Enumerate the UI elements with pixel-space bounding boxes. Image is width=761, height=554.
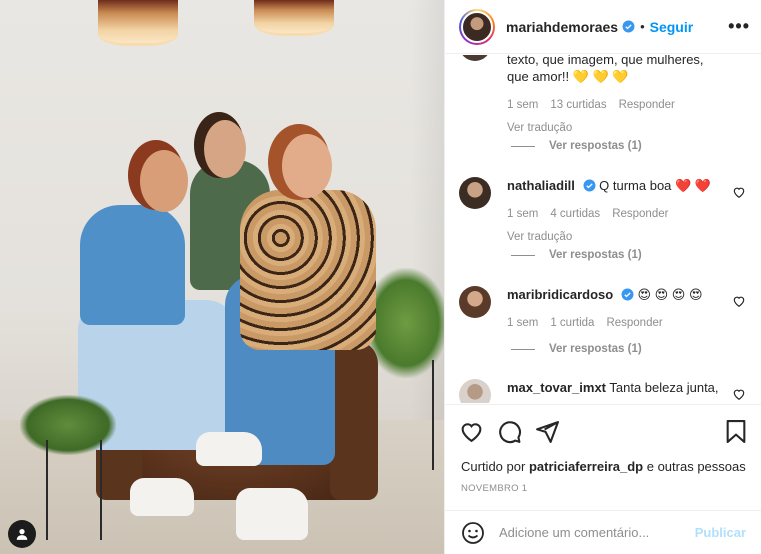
more-options-icon[interactable]: ••• bbox=[728, 16, 750, 37]
post-panel: mariahdemoraes • Seguir ••• texto, que i… bbox=[444, 0, 761, 554]
comment-likes[interactable]: 1 curtida bbox=[550, 315, 594, 332]
comment-meta: 1 sem 1 curtida Responder bbox=[507, 315, 727, 332]
comment-item: nathaliadill Q turma boa ❤️ ❤️ 1 sem 4 c… bbox=[459, 177, 754, 246]
comment-text: 😍 😍 😍 😍 bbox=[637, 287, 703, 302]
liked-user-link[interactable]: patriciaferreira_dp bbox=[529, 459, 643, 474]
sneaker bbox=[130, 478, 194, 516]
comment-avatar[interactable] bbox=[459, 55, 491, 61]
comment-text: Tanta beleza junta, bbox=[609, 380, 719, 395]
comment-input[interactable]: Adicione um comentário... bbox=[499, 525, 649, 540]
liked-suffix[interactable]: e outras pessoas bbox=[647, 459, 746, 474]
comment-item: maribridicardoso 😍 😍 😍 😍 1 sem 1 curtida… bbox=[459, 286, 754, 332]
pendant-lamp-left bbox=[98, 0, 178, 46]
like-comment-heart-icon[interactable] bbox=[732, 294, 746, 308]
view-replies-label: Ver respostas (1) bbox=[549, 140, 642, 152]
sneaker bbox=[236, 488, 308, 540]
view-replies-button[interactable]: Ver respostas (1) bbox=[511, 343, 642, 355]
share-icon[interactable] bbox=[535, 419, 560, 444]
comment-username[interactable]: nathaliadill bbox=[507, 178, 575, 193]
verified-icon bbox=[621, 288, 634, 301]
comment-partial: texto, que imagem, que mulheres, que amo… bbox=[507, 55, 747, 137]
like-comment-heart-icon[interactable] bbox=[732, 185, 746, 199]
follow-button[interactable]: Seguir bbox=[650, 19, 694, 35]
replies-line bbox=[511, 145, 535, 147]
view-replies-button[interactable]: Ver respostas (1) bbox=[511, 249, 642, 261]
post-actions: Curtido por patriciaferreira_dp e outras… bbox=[445, 404, 761, 510]
view-replies-button[interactable]: Ver respostas (1) bbox=[511, 140, 642, 152]
comment-text: Q turma boa ❤️ ❤️ bbox=[599, 178, 712, 193]
action-bar bbox=[459, 419, 749, 445]
comment-avatar[interactable] bbox=[459, 286, 491, 318]
comment-meta: 1 sem 4 curtidas Responder bbox=[507, 206, 727, 223]
reply-button[interactable]: Responder bbox=[619, 97, 675, 114]
author-username[interactable]: mariahdemoraes bbox=[506, 19, 618, 35]
comment-likes[interactable]: 13 curtidas bbox=[550, 97, 606, 114]
reply-button[interactable]: Responder bbox=[606, 315, 662, 332]
verified-icon bbox=[583, 179, 595, 192]
comment-icon[interactable] bbox=[497, 419, 522, 444]
like-comment-heart-icon[interactable] bbox=[732, 387, 746, 401]
view-replies-label: Ver respostas (1) bbox=[549, 249, 642, 261]
liked-by-text: Curtido por patriciaferreira_dp e outras… bbox=[461, 459, 746, 474]
plant-stand-right bbox=[374, 360, 434, 470]
replies-line bbox=[511, 254, 535, 256]
comments-list[interactable]: texto, que imagem, que mulheres, que amo… bbox=[445, 55, 761, 403]
comment-meta: 1 sem 13 curtidas Responder bbox=[507, 97, 747, 114]
publish-button[interactable]: Publicar bbox=[695, 525, 746, 540]
comment-item: max_tovar_imxt Tanta beleza junta, bbox=[459, 379, 754, 403]
replies-line bbox=[511, 348, 535, 350]
comment-likes[interactable]: 4 curtidas bbox=[550, 206, 600, 223]
comment-text: texto, que imagem, que mulheres, bbox=[507, 55, 704, 67]
comment-time[interactable]: 1 sem bbox=[507, 206, 538, 223]
author-avatar[interactable] bbox=[459, 8, 495, 45]
person-left-body bbox=[80, 205, 185, 325]
bookmark-icon[interactable] bbox=[725, 419, 747, 444]
pendant-lamp-right bbox=[254, 0, 334, 36]
comment-username[interactable]: max_tovar_imxt bbox=[507, 380, 606, 395]
plant-stand-left bbox=[46, 440, 102, 540]
post-header: mariahdemoraes • Seguir ••• bbox=[445, 0, 761, 54]
post-date[interactable]: NOVEMBRO 1 bbox=[461, 483, 527, 494]
comment-body: max_tovar_imxt Tanta beleza junta, bbox=[507, 379, 727, 396]
add-comment-bar: Adicione um comentário... Publicar bbox=[445, 510, 761, 554]
emoji-icon[interactable] bbox=[461, 521, 485, 545]
armchair-arm-right bbox=[330, 340, 378, 500]
comment-avatar[interactable] bbox=[459, 177, 491, 209]
comment-text: que amor!! 💛 💛 💛 bbox=[507, 69, 629, 84]
comment-time[interactable]: 1 sem bbox=[507, 315, 538, 332]
comment-time[interactable]: 1 sem bbox=[507, 97, 538, 114]
post-photo[interactable] bbox=[0, 0, 444, 554]
person-right-head bbox=[282, 134, 332, 198]
person-middle-head bbox=[204, 120, 246, 178]
translate-link[interactable]: Ver tradução bbox=[507, 229, 727, 246]
sneaker bbox=[196, 432, 262, 466]
verified-icon bbox=[622, 20, 635, 33]
liked-prefix: Curtido por bbox=[461, 459, 526, 474]
person-right-body bbox=[240, 190, 376, 350]
user-tag-icon[interactable] bbox=[8, 520, 36, 548]
comment-body: nathaliadill Q turma boa ❤️ ❤️ 1 sem 4 c… bbox=[507, 177, 727, 246]
reply-button[interactable]: Responder bbox=[612, 206, 668, 223]
person-left-head bbox=[140, 150, 188, 212]
header-separator: • bbox=[640, 19, 645, 34]
comment-username[interactable]: maribridicardoso bbox=[507, 287, 613, 302]
comment-avatar[interactable] bbox=[459, 379, 491, 403]
view-replies-label: Ver respostas (1) bbox=[549, 343, 642, 355]
comment-body: maribridicardoso 😍 😍 😍 😍 1 sem 1 curtida… bbox=[507, 286, 727, 332]
heart-icon[interactable] bbox=[459, 419, 484, 444]
translate-link[interactable]: Ver tradução bbox=[507, 120, 747, 137]
